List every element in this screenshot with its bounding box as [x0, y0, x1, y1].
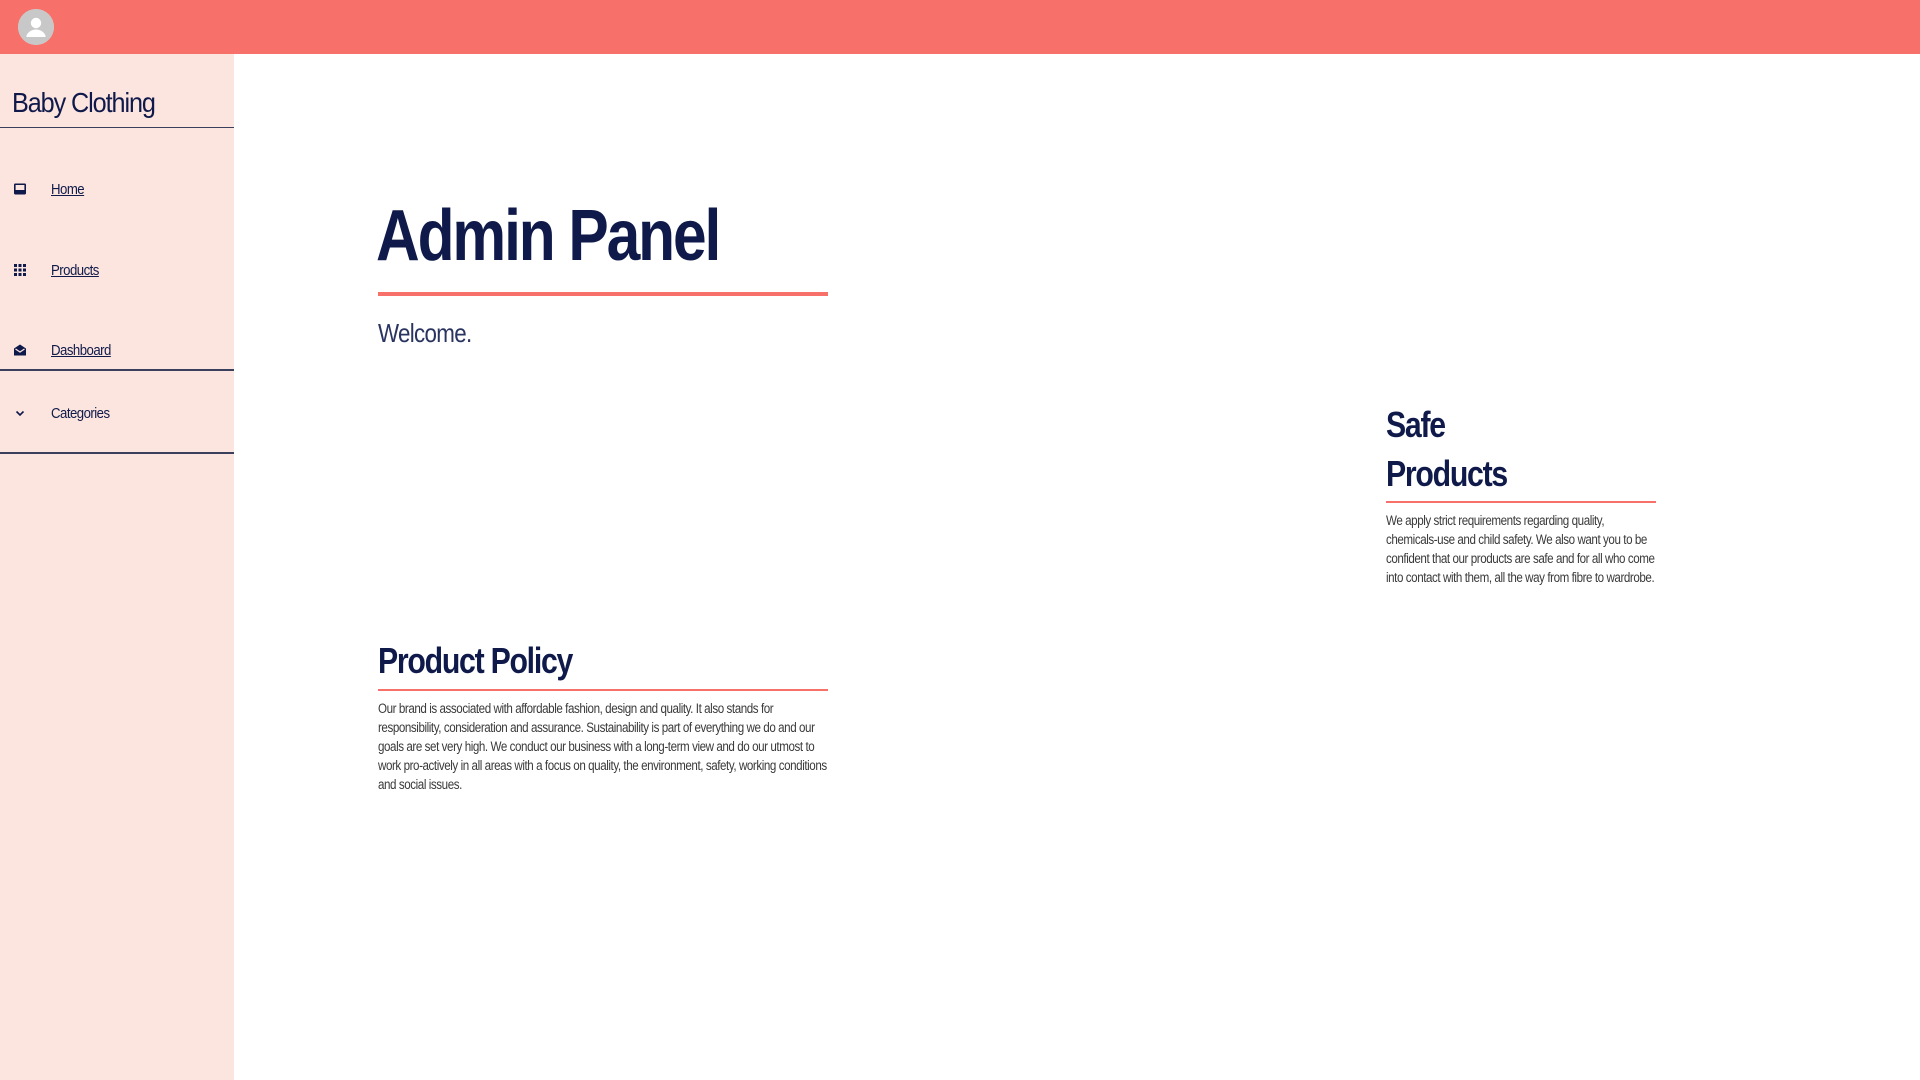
welcome-text: Welcome.	[378, 318, 472, 348]
title-underline	[378, 292, 828, 296]
brand-title: Baby Clothing	[12, 87, 156, 118]
chevron-down-icon	[13, 406, 27, 420]
sidebar-divider	[0, 369, 234, 371]
sidebar-item-dashboard[interactable]: Dashboard	[0, 330, 234, 370]
sidebar-item-label[interactable]: Categories	[51, 405, 110, 422]
grid-icon	[13, 263, 27, 277]
section-underline	[378, 689, 828, 691]
sidebar-item-home[interactable]: Home	[0, 169, 234, 209]
sidebar-item-label[interactable]: Dashboard	[51, 342, 111, 359]
section-underline	[1386, 501, 1656, 503]
sidebar-item-categories[interactable]: Categories	[0, 393, 234, 433]
sidebar-item-label[interactable]: Products	[51, 262, 99, 279]
product-policy-title: Product Policy	[378, 640, 573, 681]
account-circle-icon[interactable]	[18, 9, 54, 45]
mail-open-icon	[13, 343, 27, 357]
top-app-bar	[0, 0, 1920, 54]
sidebar: Baby Clothing Home Products Dashboard Ca…	[0, 54, 234, 1080]
inbox-icon	[13, 182, 27, 196]
sidebar-divider	[0, 452, 234, 454]
safe-products-title: Safe Products	[1386, 404, 1508, 494]
sidebar-item-products[interactable]: Products	[0, 250, 234, 290]
safe-products-text: We apply strict requirements regarding q…	[1386, 513, 1655, 585]
page-title: Admin Panel	[376, 196, 721, 276]
sidebar-divider	[0, 127, 234, 128]
sidebar-item-label[interactable]: Home	[51, 181, 85, 198]
product-policy-text: Our brand is associated with affordable …	[378, 701, 827, 792]
